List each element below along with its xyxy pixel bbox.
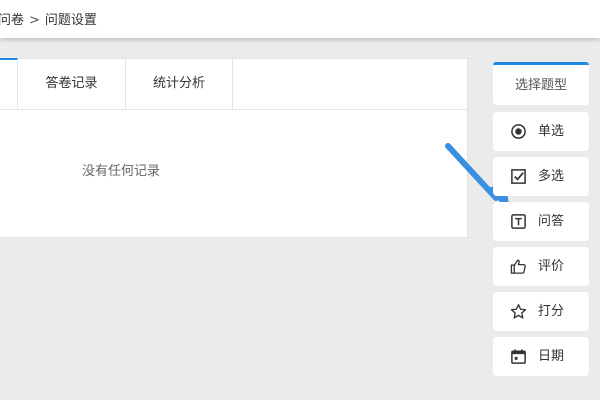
calendar-icon <box>511 349 526 364</box>
breadcrumb-separator: > <box>29 13 40 28</box>
question-type-header: 选择题型 <box>493 62 589 105</box>
question-type-label: 日期 <box>538 349 565 364</box>
breadcrumb-parent-link[interactable]: 问卷 <box>0 13 24 28</box>
text-icon <box>511 214 526 229</box>
question-type-single-choice[interactable]: 单选 <box>493 112 589 151</box>
tab-statistics[interactable]: 统计分析 <box>126 59 233 109</box>
question-type-score[interactable]: 打分 <box>493 292 589 331</box>
tab-active[interactable] <box>0 58 18 109</box>
records-panel: 答卷记录 统计分析 没有任何记录 <box>0 58 468 238</box>
star-icon <box>510 304 527 319</box>
checkbox-icon <box>511 169 526 184</box>
question-type-multi-choice[interactable]: 多选 <box>493 157 589 196</box>
radio-icon <box>511 124 526 139</box>
tab-bar: 答卷记录 统计分析 <box>0 58 467 110</box>
question-type-label: 单选 <box>538 124 565 139</box>
question-type-label: 评价 <box>538 259 565 274</box>
empty-state-text: 没有任何记录 <box>81 164 160 179</box>
tab-answer-records[interactable]: 答卷记录 <box>18 59 126 109</box>
top-bar: 问卷 > 问题设置 <box>0 0 600 38</box>
question-type-text-answer[interactable]: 问答 <box>493 202 589 241</box>
breadcrumb-current: 问题设置 <box>44 13 97 28</box>
question-type-label: 打分 <box>538 304 565 319</box>
question-type-date[interactable]: 日期 <box>493 337 589 376</box>
question-type-label: 问答 <box>538 214 565 229</box>
thumbs-up-icon <box>510 259 526 274</box>
question-type-rating[interactable]: 评价 <box>493 247 589 286</box>
question-type-label: 多选 <box>538 169 565 184</box>
breadcrumb: 问卷 > 问题设置 <box>0 9 97 28</box>
